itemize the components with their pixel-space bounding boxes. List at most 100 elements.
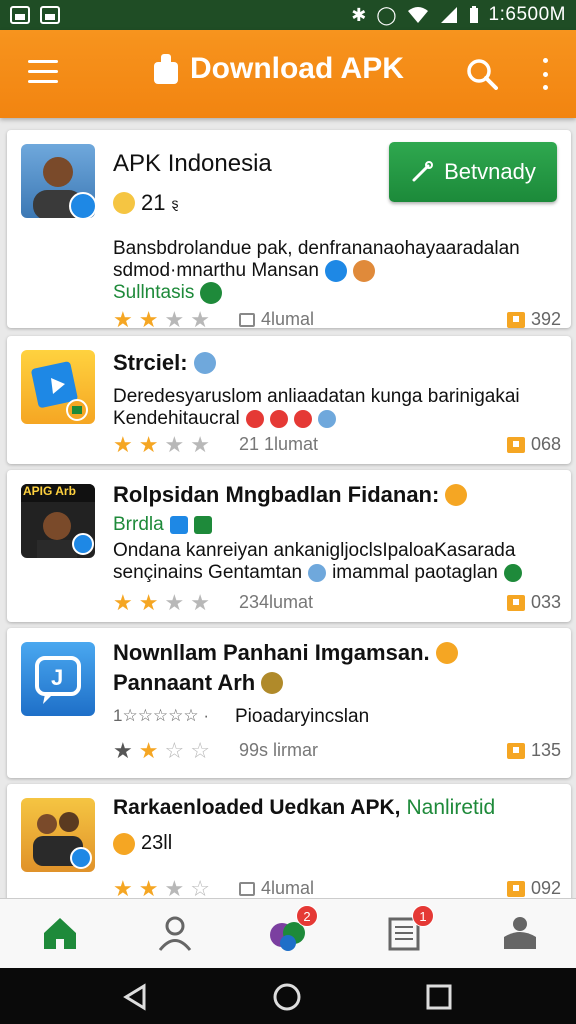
recents-icon[interactable] bbox=[424, 982, 454, 1012]
list-item[interactable]: APK Indonesia 21 ȿ Bansbdrolandue pak, d… bbox=[7, 130, 571, 331]
rating-stars: ★ ★ ★ ★ bbox=[113, 592, 210, 614]
download-count: 092 bbox=[506, 878, 561, 898]
system-nav-bar bbox=[0, 968, 576, 1024]
app-title[interactable]: Rarkaenloaded Uedkan APK, bbox=[113, 796, 400, 820]
star-icon: ★ bbox=[113, 590, 133, 615]
app-title-row: Rarkaenloaded Uedkan APK, Nanliretid bbox=[113, 796, 495, 820]
app-description-text: sençinains Gentamtan bbox=[113, 562, 303, 583]
app-title-row-2: Pannaant Arh bbox=[113, 670, 284, 696]
avatar-icon bbox=[113, 192, 135, 214]
download-count: 135 bbox=[506, 740, 561, 761]
news-badge: 1 bbox=[412, 905, 434, 927]
brand: Download APK bbox=[152, 52, 404, 86]
trophy-icon bbox=[445, 484, 468, 506]
download-count-text: 135 bbox=[530, 740, 561, 760]
list-item[interactable]: J Nownllam Panhani Imgamsan. Pannaant Ar… bbox=[7, 628, 571, 778]
download-icon bbox=[506, 880, 525, 897]
more-options-icon[interactable] bbox=[540, 58, 550, 90]
signal-icon bbox=[440, 7, 457, 23]
search-icon[interactable] bbox=[466, 58, 498, 90]
location-icon bbox=[503, 564, 522, 582]
face-icon bbox=[317, 410, 336, 428]
star-icon: ★ bbox=[164, 590, 185, 615]
globe-icon bbox=[324, 260, 347, 282]
check-icon bbox=[193, 516, 212, 534]
app-list: APK Indonesia 21 ȿ Bansbdrolandue pak, d… bbox=[0, 118, 576, 898]
app-description-text: Kendehitaucral bbox=[113, 408, 240, 429]
app-meta: 23ll bbox=[113, 832, 172, 855]
android-icon bbox=[154, 54, 178, 84]
app-subtitle: Pioadaryincslan bbox=[235, 706, 370, 727]
star-icon: ☆ bbox=[164, 738, 185, 763]
app-description: Ondana kanreiyan ankanigljoclsIpaloaKasa… bbox=[113, 540, 516, 561]
photo-icon bbox=[10, 6, 30, 24]
back-icon[interactable] bbox=[120, 982, 150, 1012]
nav-chat[interactable]: 2 bbox=[268, 905, 318, 953]
comment-icon bbox=[239, 881, 255, 896]
menu-icon[interactable] bbox=[28, 60, 58, 84]
alarm-icon: ◯ bbox=[376, 5, 397, 25]
app-title[interactable]: APK Indonesia bbox=[113, 150, 272, 178]
download-count: 068 bbox=[506, 434, 561, 455]
app-title[interactable]: Nownllam Panhani Imgamsan. bbox=[113, 640, 430, 666]
star-icon: ★ bbox=[190, 590, 210, 615]
smiley-icon bbox=[113, 832, 135, 855]
list-item[interactable]: Rarkaenloaded Uedkan APK, Nanliretid 23l… bbox=[7, 784, 571, 898]
nav-news[interactable]: 1 bbox=[384, 905, 434, 953]
review-count-text: 4lumal bbox=[261, 309, 315, 329]
star-icon: ★ bbox=[164, 876, 185, 899]
food-icon bbox=[261, 672, 284, 694]
wifi-icon bbox=[407, 7, 428, 23]
app-title-tag: Nanliretid bbox=[406, 796, 496, 819]
app-title[interactable]: Rolpsidan Mngbadlan Fidanan: bbox=[113, 482, 439, 508]
star-icon: ☆ bbox=[190, 738, 210, 763]
app-title-row: Strciel: bbox=[113, 350, 216, 376]
download-count: 392 bbox=[506, 309, 561, 330]
list-item[interactable]: APIG Arb Rolpsidan Mngbadlan Fidanan: Br… bbox=[7, 470, 571, 622]
star-icon: ★ bbox=[138, 432, 159, 457]
review-count-text: 4lumal bbox=[261, 878, 315, 898]
chat-badge: 2 bbox=[296, 905, 318, 927]
star-icon: ★ bbox=[138, 590, 159, 615]
app-description-text: sdmod·mnarthu Mansan bbox=[113, 260, 319, 281]
review-count: 21 1lumat bbox=[239, 434, 319, 454]
install-button[interactable]: Betvnady bbox=[389, 142, 557, 202]
nav-account[interactable] bbox=[500, 913, 540, 953]
star-icon: ★ bbox=[113, 738, 133, 763]
bottom-nav: 2 1 bbox=[0, 898, 576, 969]
rating-stars: ★ ★ ☆ ☆ bbox=[113, 740, 210, 762]
download-count-text: 092 bbox=[530, 878, 561, 898]
verified-badge-icon bbox=[69, 192, 95, 218]
heart-icon bbox=[269, 410, 288, 428]
review-count: 4lumal bbox=[239, 878, 314, 898]
home-icon bbox=[44, 918, 76, 949]
review-count: 4lumal bbox=[239, 309, 314, 330]
download-icon bbox=[506, 311, 525, 328]
link-icon bbox=[412, 161, 434, 182]
rating-stars: ★ ★ ★ ★ bbox=[113, 309, 210, 331]
star-icon: ★ bbox=[190, 307, 210, 332]
status-bar: ✱ ◯ 1:6500M bbox=[0, 0, 576, 30]
star-icon: ★ bbox=[138, 307, 159, 332]
rating-stars: ★ ★ ★ ★ bbox=[113, 434, 210, 456]
star-icon: ★ bbox=[113, 307, 133, 332]
svg-text:J: J bbox=[51, 665, 63, 690]
install-button-label: Betvnady bbox=[444, 159, 536, 184]
page-title: Download APK bbox=[190, 52, 404, 85]
app-bar: Download APK bbox=[0, 30, 576, 118]
download-count-text: 068 bbox=[530, 434, 561, 454]
app-icon-caption: APIG Arb bbox=[23, 484, 76, 498]
star-icon: ★ bbox=[190, 432, 210, 457]
list-item[interactable]: Strciel: Deredesyaruslom anliaadatan kun… bbox=[7, 336, 571, 464]
app-icon-people bbox=[21, 798, 95, 872]
app-meta: 21 ȿ bbox=[113, 190, 178, 216]
star-icon: ★ bbox=[164, 307, 185, 332]
nav-profile[interactable] bbox=[155, 913, 195, 953]
building-icon bbox=[169, 516, 188, 534]
nav-home[interactable] bbox=[40, 913, 80, 953]
account-icon bbox=[504, 917, 536, 949]
star-icon: ★ bbox=[113, 432, 133, 457]
app-title[interactable]: Strciel: bbox=[113, 350, 188, 376]
heart-icon bbox=[293, 410, 312, 428]
home-button-icon[interactable] bbox=[272, 982, 302, 1012]
